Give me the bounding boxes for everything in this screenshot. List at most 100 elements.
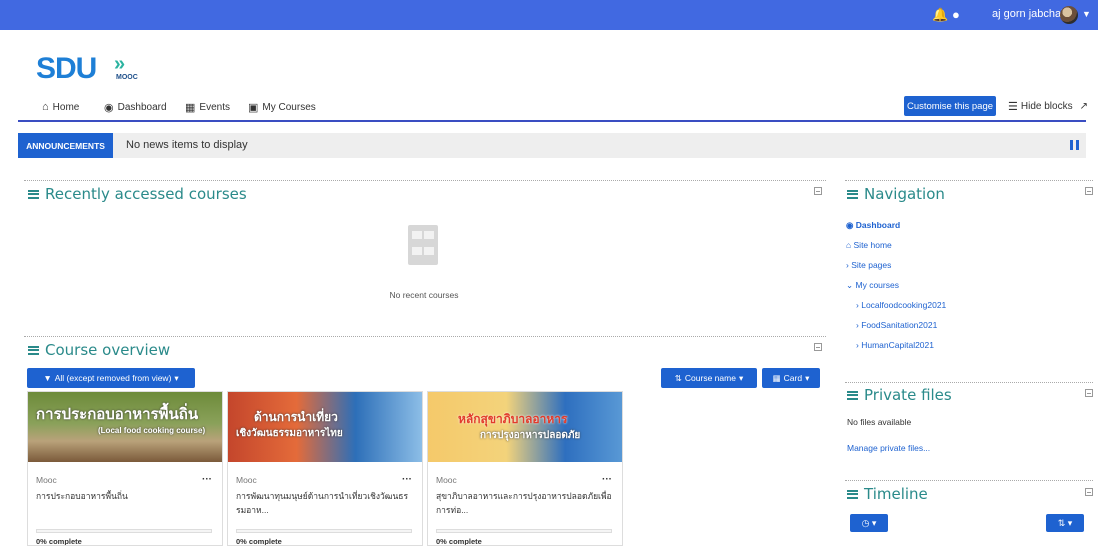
progress-text: 0% complete	[36, 537, 82, 546]
progress-text: 0% complete	[436, 537, 482, 546]
course-image-subtitle: (Local food cooking course)	[98, 426, 206, 435]
more-options-icon[interactable]: ···	[402, 474, 412, 485]
logo-arrows: »	[114, 53, 125, 75]
announcements-text: No news items to display	[126, 139, 248, 151]
caret-down-icon[interactable]: ▼	[1082, 9, 1091, 19]
divider	[24, 336, 826, 337]
customise-page-button[interactable]: Customise this page	[904, 96, 996, 116]
collapse-block-icon[interactable]	[814, 343, 822, 351]
list-icon: ☰	[1008, 101, 1018, 113]
nav-dashboard-label: Dashboard	[117, 102, 167, 113]
nav-events[interactable]: ▦ Events	[185, 101, 230, 114]
caret-down-icon: ▾	[805, 372, 810, 383]
more-options-icon[interactable]: ···	[602, 474, 612, 485]
nav-tree-site-home[interactable]: ⌂ Site home	[846, 240, 892, 250]
home-icon: ⌂	[846, 240, 852, 250]
chat-icon[interactable]: ●	[952, 8, 960, 22]
top-navbar: 🔔 ● aj gorn jabchai ▼	[0, 0, 1098, 30]
hide-blocks-label: Hide blocks	[1020, 101, 1073, 112]
avatar[interactable]	[1060, 6, 1078, 24]
view-label: Card	[783, 373, 803, 383]
sort-label: Course name	[684, 373, 736, 383]
chevron-right-icon: ›	[856, 340, 859, 350]
course-overview-heading: Course overview	[28, 341, 170, 359]
collapse-icon: ↗	[1079, 101, 1088, 112]
collapse-block-icon[interactable]	[1085, 488, 1093, 496]
user-name[interactable]: aj gorn jabchai	[992, 8, 1064, 20]
course-card[interactable]: หลักสุขาภิบาลอาหาร การปรุงอาหารปลอดภัย M…	[427, 391, 623, 546]
hamburger-icon	[28, 345, 39, 355]
clock-icon: ◷ ▾	[861, 517, 877, 528]
course-image-title: ด้านการนำเที่ยว	[254, 410, 338, 424]
nav-tree-my-courses-label: My courses	[855, 280, 899, 290]
bell-icon[interactable]: 🔔	[932, 8, 948, 22]
recent-courses-heading: Recently accessed courses	[28, 185, 247, 203]
private-files-heading: Private files	[847, 386, 952, 404]
progress-bar	[236, 529, 412, 533]
pause-icon[interactable]	[1070, 140, 1079, 150]
course-image[interactable]: หลักสุขาภิบาลอาหาร การปรุงอาหารปลอดภัย	[428, 392, 622, 462]
nav-tree-my-courses[interactable]: ⌄ My courses	[846, 280, 899, 291]
nav-home[interactable]: ⌂ Home	[42, 101, 79, 113]
timeline-filter-button[interactable]: ◷ ▾	[850, 514, 888, 532]
hamburger-icon	[28, 189, 39, 199]
nav-tree-course[interactable]: › FoodSanitation2021	[856, 320, 937, 330]
nav-tree-site-pages-label: Site pages	[851, 260, 892, 270]
course-category: Mooc	[36, 475, 57, 485]
divider	[845, 382, 1093, 383]
timeline-sort-button[interactable]: ⇅ ▾	[1046, 514, 1084, 532]
divider	[845, 480, 1093, 481]
course-card[interactable]: การประกอบอาหารพื้นถิ่น (Local food cooki…	[27, 391, 223, 546]
view-dropdown[interactable]: ▦ Card ▾	[762, 368, 820, 388]
chevron-right-icon: ›	[856, 300, 859, 310]
nav-tree-course-label: HumanCapital2021	[861, 340, 934, 350]
divider	[24, 180, 826, 181]
course-overview-title: Course overview	[45, 341, 171, 359]
nav-my-courses[interactable]: ▣ My Courses	[248, 101, 316, 114]
course-category: Mooc	[436, 475, 457, 485]
course-name[interactable]: การประกอบอาหารพื้นถิ่น	[36, 489, 212, 503]
course-card[interactable]: ด้านการนำเที่ยว เชิงวัฒนธรรมอาหารไทย Moo…	[227, 391, 423, 546]
nav-tree-course-label: FoodSanitation2021	[861, 320, 938, 330]
nav-tree-course[interactable]: › Localfoodcooking2021	[856, 300, 946, 310]
course-filter-dropdown[interactable]: ▼ All (except removed from view) ▾	[27, 368, 195, 388]
hide-blocks-button[interactable]: ☰ Hide blocks ↗	[1008, 100, 1088, 113]
nav-divider	[18, 120, 1086, 122]
nav-tree-dashboard-label: Dashboard	[855, 220, 901, 230]
nav-my-courses-label: My Courses	[262, 102, 316, 113]
sort-dropdown[interactable]: ⇅ Course name ▾	[661, 368, 757, 388]
collapse-block-icon[interactable]	[1085, 187, 1093, 195]
course-image[interactable]: การประกอบอาหารพื้นถิ่น (Local food cooki…	[28, 392, 222, 462]
recent-courses-title: Recently accessed courses	[45, 185, 247, 203]
hamburger-icon	[847, 489, 858, 499]
filter-icon: ▼	[43, 373, 52, 383]
dashboard-icon: ◉	[846, 220, 854, 230]
private-files-title: Private files	[864, 386, 952, 404]
logo-main-text: SDU	[36, 52, 97, 85]
nav-home-label: Home	[52, 101, 80, 113]
collapse-block-icon[interactable]	[1085, 389, 1093, 397]
nav-dashboard[interactable]: ◉ Dashboard	[104, 101, 167, 114]
navigation-heading: Navigation	[847, 185, 945, 203]
caret-down-icon: ▾	[738, 372, 744, 383]
course-image[interactable]: ด้านการนำเที่ยว เชิงวัฒนธรรมอาหารไทย	[228, 392, 422, 462]
more-options-icon[interactable]: ···	[202, 474, 212, 485]
chevron-right-icon: ›	[856, 320, 859, 330]
course-filter-label: All (except removed from view)	[54, 373, 172, 383]
dashboard-icon: ◉	[104, 102, 114, 114]
timeline-title: Timeline	[864, 485, 928, 503]
nav-tree-site-pages[interactable]: › Site pages	[846, 260, 891, 270]
nav-tree-course[interactable]: › HumanCapital2021	[856, 340, 934, 350]
briefcase-icon: ▣	[248, 102, 259, 114]
nav-tree-dashboard[interactable]: ◉ Dashboard	[846, 220, 900, 231]
announcements-bar: ANNOUNCEMENTS No news items to display	[18, 133, 1086, 158]
collapse-block-icon[interactable]	[814, 187, 822, 195]
progress-bar	[436, 529, 612, 533]
site-logo[interactable]: SDU » MOOC	[36, 52, 138, 86]
sort-icon: ⇅ ▾	[1057, 517, 1073, 528]
calendar-icon: ▦	[185, 102, 196, 114]
no-files-text: No files available	[847, 417, 912, 427]
course-name[interactable]: การพัฒนาทุนมนุษย์ด้านการนำเที่ยวเชิงวัฒน…	[236, 489, 412, 517]
course-name[interactable]: สุขาภิบาลอาหารและการปรุงอาหารปลอดภัยเพื่…	[436, 489, 612, 517]
manage-private-files-link[interactable]: Manage private files...	[847, 443, 930, 453]
